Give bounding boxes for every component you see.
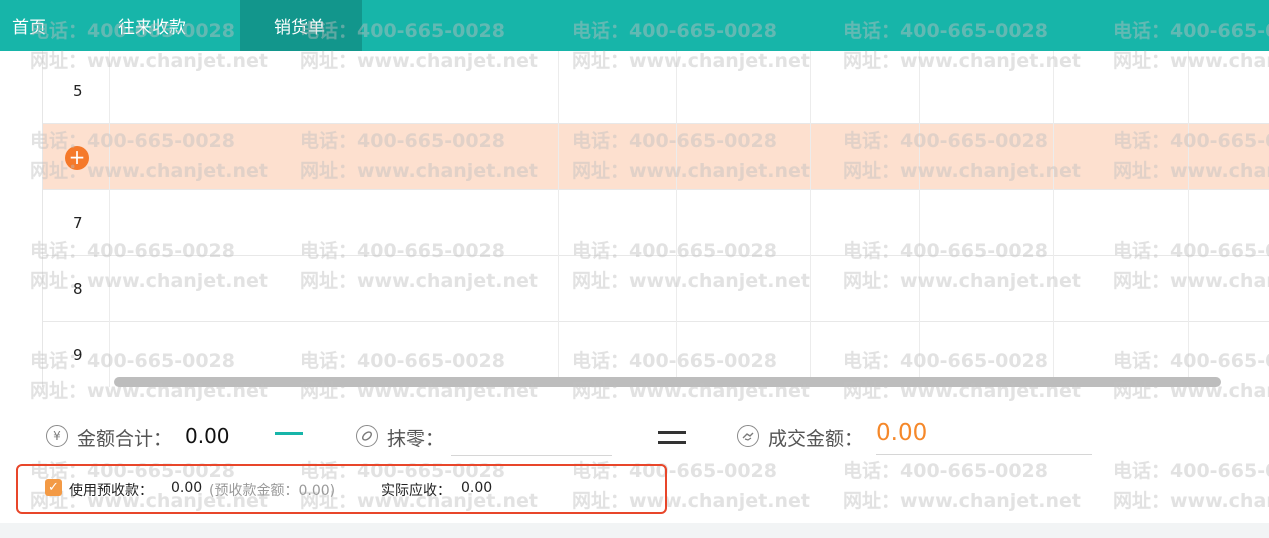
deal-amount-label: 成交金额： bbox=[768, 428, 864, 450]
minus-sign bbox=[275, 432, 303, 435]
column-divider bbox=[1188, 51, 1189, 387]
use-prepaid-value: 0.00 bbox=[171, 480, 203, 496]
column-divider bbox=[919, 51, 920, 387]
amount-total-value: 0.00 bbox=[185, 424, 230, 448]
use-prepaid-checkbox[interactable]: ✓ bbox=[45, 479, 62, 496]
equals-sign-bottom bbox=[658, 441, 686, 444]
column-divider bbox=[1053, 51, 1054, 387]
deal-amount-underline bbox=[876, 454, 1092, 455]
amount-total-label: 金额合计： bbox=[77, 428, 173, 450]
row-number: 8 bbox=[73, 280, 83, 298]
handshake-icon bbox=[737, 425, 759, 447]
row-number: 7 bbox=[73, 214, 83, 232]
equals-sign-top bbox=[658, 431, 686, 434]
eraser-icon bbox=[356, 425, 378, 447]
column-divider bbox=[810, 51, 811, 387]
table-row[interactable]: 7 bbox=[43, 190, 1269, 256]
horizontal-scrollbar[interactable] bbox=[114, 377, 1221, 387]
tab-home[interactable]: 首页 bbox=[0, 0, 94, 51]
tab-receivables[interactable]: 往来收款 bbox=[94, 0, 240, 51]
yen-icon: ¥ bbox=[46, 425, 68, 447]
rounding-input[interactable] bbox=[451, 455, 612, 456]
tab-sales-order[interactable]: 销货单 bbox=[240, 0, 362, 51]
prepaid-balance: (预收款金额：0.00) bbox=[209, 483, 336, 499]
rounding-label: 抹零： bbox=[387, 428, 445, 450]
add-row-button[interactable]: + bbox=[65, 146, 89, 170]
table-grid: 5 7 8 9 bbox=[42, 51, 1269, 387]
row-number: 5 bbox=[73, 82, 83, 100]
column-divider bbox=[109, 51, 110, 387]
row-number: 9 bbox=[73, 346, 83, 364]
actual-receivable-label: 实际应收： bbox=[381, 483, 451, 499]
column-divider bbox=[558, 51, 559, 387]
table-row[interactable]: 5 bbox=[43, 58, 1269, 124]
actual-receivable-value: 0.00 bbox=[461, 480, 493, 496]
table-row-selected[interactable] bbox=[43, 124, 1269, 190]
table-row[interactable]: 8 bbox=[43, 256, 1269, 322]
column-divider bbox=[676, 51, 677, 387]
use-prepaid-label: 使用预收款： bbox=[69, 483, 153, 499]
deal-amount-value: 0.00 bbox=[876, 420, 928, 446]
top-tab-bar: 首页 往来收款 销货单 bbox=[0, 0, 1269, 51]
